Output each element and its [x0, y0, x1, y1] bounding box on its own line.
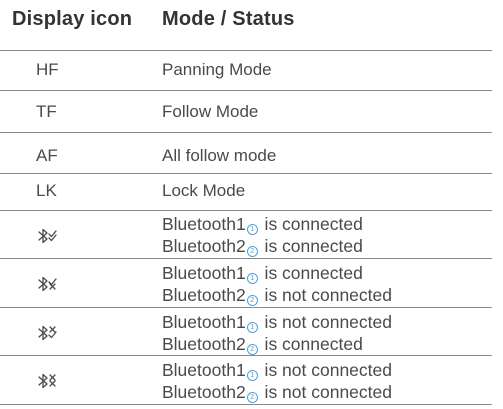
badge-2: 2	[246, 392, 258, 403]
badge-2: 2	[246, 295, 258, 306]
badge-1: 1	[246, 322, 258, 333]
badge-2: 2	[246, 344, 258, 355]
table-row: HF Panning Mode	[0, 51, 492, 91]
badge-1: 1	[246, 224, 258, 235]
bt-status-cell: Bluetooth1 1 is connected Bluetooth2 2 is …	[162, 262, 392, 306]
bluetooth-1-disconnected-icon	[38, 325, 57, 341]
bt2-status: Bluetooth2 2 is not connected	[162, 284, 392, 306]
bt1-status: Bluetooth1 1 is not connected	[162, 359, 392, 381]
bt1-label: Bluetooth1	[162, 312, 246, 332]
bt1-label: Bluetooth1	[162, 214, 246, 234]
bt2-state: is not connected	[259, 382, 392, 402]
table-row: Bluetooth1 1 is not connected Bluetooth2 2…	[0, 356, 492, 405]
bt2-label: Bluetooth2	[162, 334, 246, 354]
table-row: Bluetooth1 1 is connected Bluetooth2 2 is …	[0, 211, 492, 259]
display-icon-lk: LK	[36, 181, 57, 200]
bt2-label: Bluetooth2	[162, 285, 246, 305]
display-icon-af: AF	[36, 146, 58, 165]
bluetooth-2-disconnected-icon	[38, 276, 57, 292]
bt1-label: Bluetooth1	[162, 263, 246, 283]
table-header: Display icon Mode / Status	[0, 0, 492, 51]
mode-all-follow: All follow mode	[162, 146, 277, 165]
header-display-icon: Display icon	[12, 8, 133, 30]
bt2-label: Bluetooth2	[162, 382, 246, 402]
bt1-status: Bluetooth1 1 is connected	[162, 262, 392, 284]
mode-lock: Lock Mode	[162, 181, 246, 200]
table-row: Bluetooth1 1 is connected Bluetooth2 2 is …	[0, 259, 492, 308]
bt1-state: is not connected	[259, 312, 392, 332]
table-row: TF Follow Mode	[0, 91, 492, 133]
bt2-state: is not connected	[259, 285, 392, 305]
bt1-state: is connected	[259, 263, 363, 283]
badge-1: 1	[246, 370, 258, 381]
display-icon-hf: HF	[36, 60, 59, 79]
header-mode-status: Mode / Status	[162, 8, 295, 30]
bt1-status: Bluetooth1 1 is not connected	[162, 311, 392, 333]
bluetooth-both-connected-icon	[38, 228, 57, 244]
bt2-status: Bluetooth2 2 is connected	[162, 333, 392, 355]
bt-status-cell: Bluetooth1 1 is connected Bluetooth2 2 is …	[162, 213, 363, 257]
bt2-label: Bluetooth2	[162, 236, 246, 256]
mode-status-table: Display icon Mode / Status HF Panning Mo…	[0, 0, 503, 409]
bt-status-cell: Bluetooth1 1 is not connected Bluetooth2 2…	[162, 359, 392, 403]
display-icon-tf: TF	[36, 102, 57, 121]
bt1-state: is not connected	[259, 360, 392, 380]
mode-follow: Follow Mode	[162, 102, 259, 121]
bt2-state: is connected	[259, 236, 363, 256]
bt-status-cell: Bluetooth1 1 is not connected Bluetooth2 2…	[162, 311, 392, 355]
bt2-status: Bluetooth2 2 is not connected	[162, 381, 392, 403]
mode-panning: Panning Mode	[162, 60, 272, 79]
table-row: LK Lock Mode	[0, 174, 492, 211]
bluetooth-none-connected-icon	[38, 373, 56, 389]
bt1-status: Bluetooth1 1 is connected	[162, 213, 363, 235]
bt1-state: is connected	[259, 214, 363, 234]
badge-1: 1	[246, 273, 258, 284]
bt2-status: Bluetooth2 2 is connected	[162, 235, 363, 257]
table-row: Bluetooth1 1 is not connected Bluetooth2 2…	[0, 308, 492, 356]
table-row: AF All follow mode	[0, 133, 492, 174]
bt2-state: is connected	[259, 334, 363, 354]
badge-2: 2	[246, 246, 258, 257]
bt1-label: Bluetooth1	[162, 360, 246, 380]
